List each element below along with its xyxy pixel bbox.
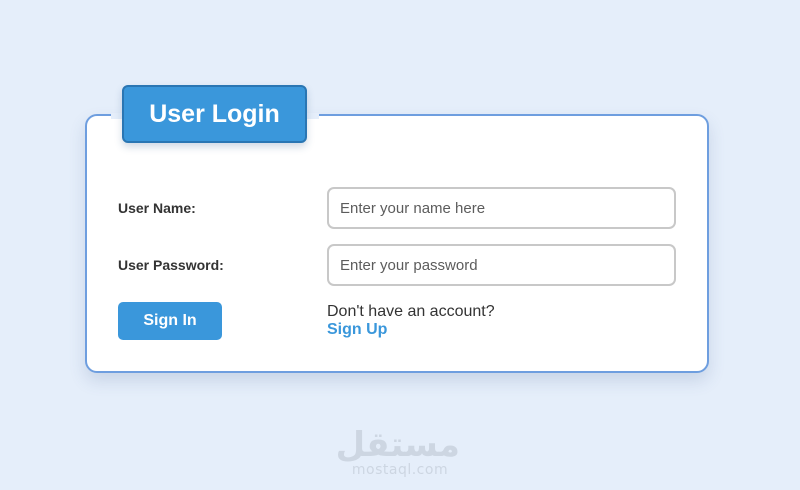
username-label: User Name:	[118, 200, 196, 216]
watermark-logo: مستقل	[335, 425, 460, 465]
login-title: User Login	[122, 85, 307, 143]
password-label: User Password:	[118, 257, 224, 273]
password-input[interactable]	[327, 244, 676, 286]
watermark: مستقل mostaql.com	[335, 425, 460, 478]
page: User Login User Name: User Password: Sig…	[0, 0, 800, 490]
sign-in-button[interactable]: Sign In	[118, 302, 222, 340]
username-input[interactable]	[327, 187, 676, 229]
no-account-text: Don't have an account?	[327, 303, 495, 320]
watermark-url: mostaql.com	[351, 462, 449, 478]
sign-up-link[interactable]: Sign Up	[327, 321, 387, 339]
